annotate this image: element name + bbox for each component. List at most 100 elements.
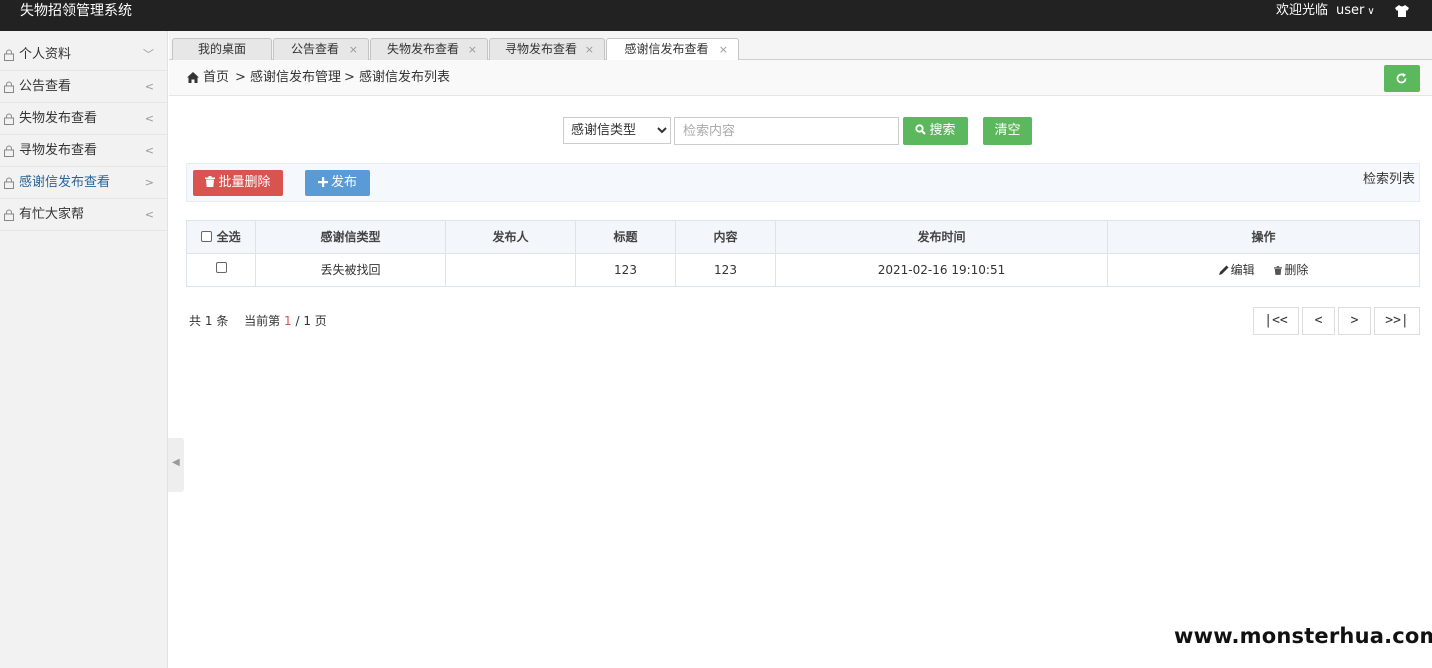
- username: user: [1336, 3, 1365, 18]
- cell-time: 2021-02-16 19:10:51: [776, 254, 1108, 287]
- sidebar: 个人资料 ﹀ 公告查看 < 失物发布查看 < 寻物发布查看 < 感谢信发布查看 …: [0, 31, 168, 668]
- welcome-text: 欢迎光临: [1276, 3, 1329, 18]
- home-icon: [187, 72, 199, 83]
- tab-desktop[interactable]: 我的桌面: [172, 38, 272, 60]
- column-header: 发布时间: [776, 221, 1108, 254]
- tab-thanks[interactable]: 感谢信发布查看 ×: [606, 38, 739, 61]
- data-table: 全选 感谢信类型 发布人 标题 内容 发布时间 操作 丢失被找回 123 123…: [186, 220, 1420, 287]
- sidebar-item-profile[interactable]: 个人资料 ﹀: [0, 39, 168, 71]
- pagination-info: 共 1 条 当前第 1 / 1 页: [189, 312, 327, 330]
- batch-delete-label: 批量删除: [218, 175, 271, 190]
- next-page-button[interactable]: >: [1338, 307, 1371, 335]
- tab-lost[interactable]: 失物发布查看 ×: [370, 38, 488, 60]
- plus-icon: [317, 177, 328, 187]
- search-button-label: 搜索: [929, 123, 956, 138]
- table-header: 全选 感谢信类型 发布人 标题 内容 发布时间 操作: [187, 221, 1419, 254]
- batch-delete-button[interactable]: 批量删除: [193, 170, 283, 196]
- breadcrumb: 首页 > 感谢信发布管理 > 感谢信发布列表: [169, 60, 1432, 96]
- type-select[interactable]: 感谢信类型: [563, 117, 671, 144]
- sidebar-item-label: 公告查看: [19, 79, 72, 94]
- search-icon: [915, 124, 927, 135]
- lock-icon: [4, 177, 14, 189]
- refresh-button[interactable]: [1384, 65, 1420, 92]
- delete-link[interactable]: 删除: [1274, 254, 1308, 287]
- breadcrumb-home[interactable]: 首页: [203, 60, 229, 96]
- sidebar-item-notice[interactable]: 公告查看 <: [0, 71, 168, 103]
- cell-type: 丢失被找回: [256, 254, 446, 287]
- close-icon[interactable]: ×: [468, 39, 477, 60]
- tab-seek[interactable]: 寻物发布查看 ×: [489, 38, 605, 60]
- cell-actions: 编辑 删除: [1108, 254, 1419, 287]
- cell-content: 123: [676, 254, 776, 287]
- refresh-icon: [1396, 73, 1407, 84]
- sidebar-item-label: 有忙大家帮: [19, 207, 85, 222]
- chevron-left-icon: <: [144, 80, 154, 93]
- total-prefix: 共: [189, 314, 202, 328]
- search-button[interactable]: 搜索: [903, 117, 968, 145]
- watermark: www.monsterhua.com: [1174, 624, 1432, 648]
- publish-button[interactable]: 发布: [305, 170, 370, 196]
- sidebar-item-thanks[interactable]: 感谢信发布查看 >: [0, 167, 168, 199]
- table-row: 丢失被找回 123 123 2021-02-16 19:10:51 编辑 删除: [187, 254, 1419, 287]
- row-checkbox[interactable]: [215, 262, 227, 273]
- caret-left-icon: ◀: [172, 457, 180, 468]
- clear-button-label: 清空: [994, 123, 1021, 138]
- chevron-left-icon: <: [144, 208, 154, 221]
- select-all-checkbox[interactable]: [201, 231, 213, 242]
- sidebar-item-help[interactable]: 有忙大家帮 <: [0, 199, 168, 231]
- chevron-left-icon: <: [144, 112, 154, 125]
- publish-label: 发布: [330, 175, 357, 190]
- select-all-cell[interactable]: 全选: [187, 221, 256, 254]
- tab-notice[interactable]: 公告查看 ×: [273, 38, 369, 60]
- sidebar-item-label: 寻物发布查看: [19, 143, 98, 158]
- close-icon[interactable]: ×: [585, 39, 594, 60]
- sidebar-item-lost[interactable]: 失物发布查看 <: [0, 103, 168, 135]
- edit-label: 编辑: [1230, 263, 1255, 277]
- tab-bar: 我的桌面 公告查看 × 失物发布查看 × 寻物发布查看 × 感谢信发布查看 ×: [169, 31, 1432, 61]
- clear-button[interactable]: 清空: [983, 117, 1032, 145]
- chevron-down-icon: ﹀: [143, 48, 154, 61]
- delete-label: 删除: [1284, 263, 1309, 277]
- last-page-button[interactable]: >>|: [1374, 307, 1420, 335]
- sidebar-collapse-handle[interactable]: ◀: [168, 438, 184, 492]
- trash-icon: [205, 176, 216, 187]
- cell-title: 123: [576, 254, 676, 287]
- list-label: 检索列表: [1362, 172, 1415, 187]
- pencil-icon: [1218, 265, 1229, 275]
- top-bar: 失物招领管理系统 欢迎光临 user ∨: [0, 0, 1432, 31]
- lock-icon: [4, 81, 14, 93]
- tab-label: 我的桌面: [197, 42, 246, 56]
- sidebar-item-label: 个人资料: [19, 47, 72, 62]
- sidebar-item-seek[interactable]: 寻物发布查看 <: [0, 135, 168, 167]
- prev-page-button[interactable]: <: [1302, 307, 1335, 335]
- current-prefix: 当前第: [244, 314, 281, 328]
- row-checkbox-cell[interactable]: [187, 254, 256, 287]
- column-header: 感谢信类型: [256, 221, 446, 254]
- select-all-label: 全选: [216, 230, 241, 244]
- lock-icon: [4, 209, 14, 221]
- current-page: 1: [284, 314, 292, 328]
- lock-icon: [4, 113, 14, 125]
- sidebar-item-label: 感谢信发布查看: [19, 175, 111, 190]
- edit-link[interactable]: 编辑: [1218, 254, 1255, 287]
- shirt-icon[interactable]: [1394, 4, 1410, 18]
- breadcrumb-level1[interactable]: > 感谢信发布管理: [235, 60, 341, 96]
- sidebar-item-label: 失物发布查看: [19, 111, 98, 126]
- breadcrumb-level2: > 感谢信发布列表: [344, 70, 451, 85]
- chevron-right-icon: >: [144, 176, 154, 189]
- toolbar: 批量删除 发布 检索列表: [186, 163, 1420, 202]
- total-pages: / 1: [295, 314, 311, 328]
- pages-suffix: 页: [314, 314, 327, 328]
- total-count: 1: [204, 314, 213, 328]
- trash-icon: [1274, 266, 1283, 275]
- column-header: 标题: [576, 221, 676, 254]
- close-icon[interactable]: ×: [349, 39, 358, 60]
- total-suffix: 条: [216, 314, 229, 328]
- chevron-left-icon: <: [144, 144, 154, 157]
- search-input[interactable]: [674, 117, 899, 145]
- close-icon[interactable]: ×: [719, 39, 728, 60]
- lock-icon: [4, 49, 14, 61]
- column-header: 操作: [1251, 230, 1276, 244]
- first-page-button[interactable]: |<<: [1253, 307, 1299, 335]
- user-menu[interactable]: user ∨: [1336, 0, 1375, 23]
